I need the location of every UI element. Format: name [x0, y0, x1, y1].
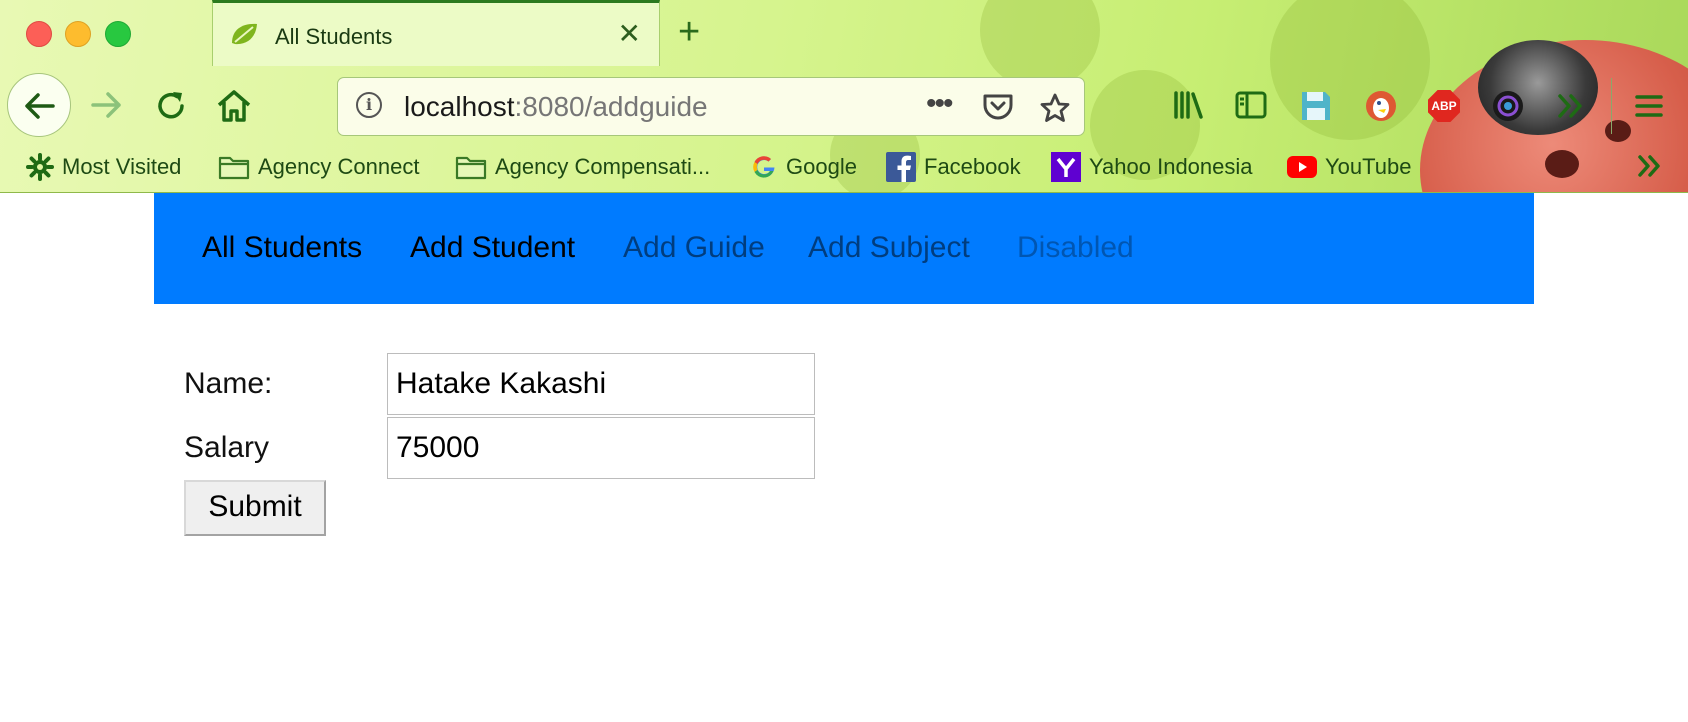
url-bar[interactable]: i localhost:8080/addguide •••	[337, 77, 1085, 136]
bookmark-most-visited[interactable]: Most Visited	[26, 150, 181, 184]
adblock-icon[interactable]: ABP	[1428, 90, 1460, 122]
home-icon[interactable]	[215, 88, 253, 124]
bookmark-label: Facebook	[924, 154, 1021, 179]
bookmark-youtube[interactable]: YouTube	[1287, 150, 1411, 184]
url-path: :8080/addguide	[514, 91, 708, 122]
gear-icon	[26, 153, 54, 181]
bookmark-yahoo-indonesia[interactable]: Yahoo Indonesia	[1051, 150, 1253, 184]
bookmark-agency-connect[interactable]: Agency Connect	[218, 150, 419, 184]
chevron-double-right-icon[interactable]	[1636, 153, 1664, 179]
camera-lens-icon[interactable]	[1491, 89, 1525, 123]
plus-icon[interactable]: +	[678, 12, 700, 52]
nav-link-disabled: Disabled	[1017, 231, 1134, 264]
submit-button[interactable]: Submit	[184, 480, 326, 536]
tab-title: All Students	[275, 24, 393, 49]
bookmark-label: Agency Compensati...	[495, 154, 711, 179]
reload-icon[interactable]	[153, 88, 189, 124]
folder-icon	[455, 156, 487, 180]
ladybug-spot	[1545, 150, 1579, 178]
browser-tab[interactable]: All Students ✕	[212, 0, 660, 66]
nav-link-add-subject[interactable]: Add Subject	[808, 231, 970, 265]
bookmark-label: Google	[786, 154, 857, 179]
url-host: localhost	[404, 91, 515, 122]
nav-link-add-guide[interactable]: Add Guide	[623, 231, 765, 265]
duckduckgo-icon[interactable]	[1364, 89, 1398, 123]
folder-icon	[218, 156, 250, 180]
library-icon[interactable]	[1172, 89, 1206, 121]
salary-field[interactable]	[387, 417, 815, 479]
bookmark-label: Most Visited	[62, 154, 182, 179]
back-button[interactable]	[7, 73, 71, 137]
spring-leaf-icon	[232, 23, 257, 45]
name-field[interactable]	[387, 353, 815, 415]
floppy-disk-icon[interactable]	[1299, 89, 1333, 123]
bookmark-google[interactable]: Google	[750, 150, 857, 184]
bookmark-label: Agency Connect	[258, 154, 420, 179]
bookmark-label: YouTube	[1325, 154, 1412, 179]
youtube-icon	[1287, 156, 1317, 178]
close-icon[interactable]: ✕	[618, 20, 641, 48]
salary-label: Salary	[184, 431, 270, 464]
arrow-right-icon[interactable]	[89, 88, 125, 122]
sidebar-icon[interactable]	[1234, 89, 1268, 121]
yahoo-icon	[1051, 152, 1081, 182]
url-text[interactable]: localhost:8080/addguide	[404, 91, 708, 123]
ladybug-spot	[1605, 120, 1631, 142]
nav-link-add-student[interactable]: Add Student	[410, 231, 575, 265]
background-decoration	[1270, 0, 1430, 140]
hamburger-menu-icon[interactable]	[1634, 92, 1664, 120]
arrow-left-icon	[25, 93, 55, 119]
facebook-icon	[886, 152, 916, 182]
more-dots-icon[interactable]: •••	[926, 86, 953, 122]
browser-chrome: All Students ✕ + i localhost:8080/addgui…	[0, 0, 1688, 193]
star-icon[interactable]	[1039, 92, 1071, 124]
pocket-icon[interactable]	[982, 92, 1014, 122]
window-minimize-button[interactable]	[65, 21, 91, 47]
window-close-button[interactable]	[26, 21, 52, 47]
bookmark-facebook[interactable]: Facebook	[886, 150, 1021, 184]
toolbar-divider	[1611, 78, 1612, 134]
bookmark-agency-compensation[interactable]: Agency Compensati...	[455, 150, 710, 184]
top-navbar: All Students Add Student Add Guide Add S…	[154, 193, 1534, 304]
window-zoom-button[interactable]	[105, 21, 131, 47]
chevron-double-right-icon[interactable]	[1556, 92, 1586, 120]
bookmark-label: Yahoo Indonesia	[1089, 154, 1253, 179]
google-icon	[753, 156, 775, 178]
info-icon[interactable]: i	[356, 92, 382, 118]
nav-link-all-students[interactable]: All Students	[202, 231, 362, 265]
name-label: Name:	[184, 367, 273, 400]
